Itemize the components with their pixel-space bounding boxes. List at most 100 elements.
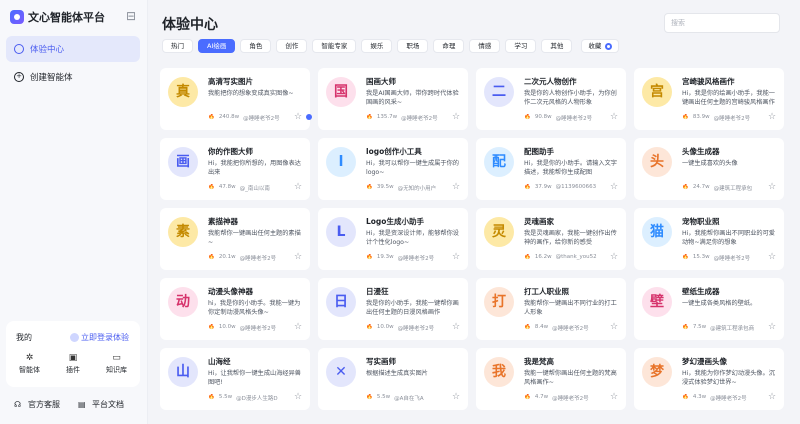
sidebar-item-experience-center[interactable]: 体验中心 (6, 36, 140, 62)
star-icon[interactable]: ☆ (768, 252, 776, 262)
agent-card[interactable]: 素素描神器 我能帮你一键画出任何主题的素描~ 🔥 20.1w @睡睡老爷2号 ☆ (160, 208, 310, 270)
platform-docs-link[interactable]: ▤ 平台文档 (78, 399, 124, 410)
star-icon[interactable]: ☆ (452, 322, 460, 332)
agent-author: @睡睡老爷2号 (552, 326, 589, 332)
filter-chip[interactable]: 智能专家 (312, 39, 357, 53)
agent-card[interactable]: 日 日漫狂 我是你的小助手，我能一键帮你画出任何主题的日漫风格画作 🔥 10.0w @睡睡… (318, 278, 468, 340)
agent-card[interactable]: 真高清写实图片 我能把你的想象变成真实图像~ 🔥 240.8w @睡睡老爷2号 ☆ (160, 68, 312, 130)
agent-card[interactable]: L Logo生成小助手 Hi，我是资深设计师，能够帮你设计个性化logo~ 🔥 19.3… (318, 208, 468, 270)
filter-chip[interactable]: 职场 (397, 39, 429, 53)
star-icon[interactable]: ☆ (294, 182, 302, 192)
agent-author: @建筑工程承包 (713, 186, 753, 192)
favorites-toggle[interactable]: 收藏 (581, 39, 620, 53)
fire-icon: 🔥 (366, 184, 373, 190)
agent-meta: 🔥 5.5w @A自在飞A (366, 394, 452, 402)
agent-card[interactable]: 动 动漫头像神器 hi，我是你的小助手。我能一键为你定制动漫风格头像~ 🔥 10.0w @… (160, 278, 310, 340)
star-icon[interactable]: ☆ (452, 392, 460, 402)
view-count: 8.4w (534, 324, 549, 330)
agent-meta: 🔥 240.8w @睡睡老爷2号 (208, 114, 294, 122)
filter-chip[interactable]: 其他 (541, 39, 573, 53)
sidebar-item-create-agent[interactable]: + 创建智能体 (6, 64, 140, 90)
star-icon[interactable]: ☆ (452, 112, 460, 122)
agent-meta: 🔥 4.3w @睡睡老爷2号 (682, 394, 768, 402)
agent-author: @睡睡老爷2号 (401, 116, 438, 122)
star-icon[interactable]: ☆ (610, 182, 618, 192)
agent-card[interactable]: 画你的作图大师 Hi，我能把你所想的，用图像表达出来 🔥 47.8w @_南山以南 ☆ (160, 138, 310, 200)
agent-description: Hi，我能为你作梦幻动漫头像。沉浸式体验梦幻世界~ (682, 370, 775, 386)
agent-meta: 🔥 20.1w @睡睡老爷2号 (208, 254, 294, 262)
tool-agents[interactable]: ✲ 智能体 (19, 353, 40, 375)
star-icon[interactable]: ☆ (768, 322, 776, 332)
agent-name: 灵魂画家 (524, 217, 554, 226)
agent-card[interactable]: 二 二次元人物创作 我是你的人物创作小助手，为你创作二次元风格的人物形象 🔥 90.8w… (476, 68, 626, 130)
star-icon[interactable]: ☆ (768, 182, 776, 192)
agent-card[interactable]: 壁壁纸生成器 一键生成各类风格的壁纸。 🔥 7.5w @建筑工程承包商 ☆ (634, 278, 784, 340)
agent-card[interactable]: 山山海经 Hi，让我帮你一键生成山海经异兽图吧! 🔥 5.5w @D漫步人生路D ☆ (160, 348, 310, 410)
agent-card[interactable]: 宫 宫崎骏风格画作 Hi，我是你的绘画小助手，我能一键画出任何主题的宫崎骏风格画作 🔥… (634, 68, 784, 130)
fire-icon: 🔥 (682, 324, 689, 330)
star-icon[interactable]: ☆ (768, 112, 776, 122)
agent-description: 一键生成各类风格的壁纸。 (682, 300, 757, 307)
filter-chip[interactable]: 角色 (240, 39, 272, 53)
filter-chip[interactable]: 命理 (433, 39, 465, 53)
agent-name: 壁纸生成器 (682, 287, 720, 296)
agent-author: @建筑工程承包商 (710, 326, 755, 332)
agent-name: 你的作图大师 (208, 147, 253, 156)
star-icon[interactable]: ☆ (294, 252, 302, 262)
brand-logo[interactable]: 文心智能体平台 (10, 9, 105, 25)
filter-chip[interactable]: 热门 (162, 39, 193, 53)
agent-card[interactable]: 头头像生成器 一键生成喜欢的头像 🔥 24.7w @建筑工程承包 ☆ (634, 138, 784, 200)
login-link[interactable]: 立即登录体验 (70, 332, 129, 343)
agent-description: 我能帮你一键画出任何主题的素描~ (208, 230, 301, 246)
agent-author: @睡睡老爷2号 (710, 396, 747, 402)
agent-name: 梦幻漫画头像 (682, 357, 727, 366)
agent-card[interactable]: l logo创作小工具 Hi，我可以帮你一键生成属于你的logo~ 🔥 39.5w @无知… (318, 138, 468, 200)
official-support-link[interactable]: ☊ 官方客服 (14, 399, 60, 410)
category-filters: 热门 AI绘画 角色 创作 智能专家 娱乐 职场 命理 情感 学习 其他 收藏 (162, 39, 620, 53)
agent-author: @睡睡老爷2号 (239, 326, 277, 332)
star-icon[interactable]: ☆ (610, 392, 618, 402)
filter-chip[interactable]: AI绘画 (198, 39, 236, 53)
agent-card[interactable]: 灵 灵魂画家 我是灵魂画家，我能一键创作出传神的画作，给你新的感受 🔥 16.2w @th… (476, 208, 626, 270)
star-icon[interactable]: ☆ (294, 322, 302, 332)
filter-chip[interactable]: 娱乐 (361, 39, 393, 53)
agent-description: Hi，我是资深设计师，能够帮你设计个性化logo~ (366, 230, 459, 246)
agent-meta: 🔥 83.9w @睡睡老爷2号 (682, 114, 768, 122)
agent-card[interactable]: 国 国画大师 我是AI国画大师，带你跨时代体验国画的风采~ 🔥 135.7w @睡睡老爷2… (318, 68, 468, 130)
collapse-sidebar-icon[interactable]: ⊟ (124, 9, 138, 23)
tool-plugins[interactable]: ▣ 插件 (66, 353, 80, 375)
fire-icon: 🔥 (366, 324, 373, 330)
star-icon[interactable]: ☆ (294, 112, 302, 122)
agent-card[interactable]: ✕ 写实画师 根据描述生成真实图片 🔥 5.5w @A自在飞A ☆ (318, 348, 468, 410)
star-icon[interactable]: ☆ (294, 392, 302, 402)
agent-card[interactable]: 我我是梵高 我能一键帮你画出任何主题的梵高风格画作~ 🔥 4.7w @睡睡老爷2号 ☆ (476, 348, 626, 410)
my-tools: ✲ 智能体 ▣ 插件 ▭ 知识库 (6, 353, 140, 375)
agent-author: @_南山以南 (239, 186, 270, 192)
agent-name: 高清写实图片 (208, 77, 253, 86)
agent-card[interactable]: 猫 宠物职业照 Hi，我能帮你画出不同职业的可爱动物~满足你的想象 🔥 15.3w @睡睡… (634, 208, 784, 270)
agent-avatar: 二 (484, 77, 514, 107)
star-icon[interactable]: ☆ (610, 112, 618, 122)
user-avatar-icon (70, 333, 79, 342)
view-count: 135.7w (376, 114, 398, 120)
star-icon[interactable]: ☆ (610, 252, 618, 262)
agent-name: 写实画师 (366, 357, 396, 366)
tool-knowledge[interactable]: ▭ 知识库 (106, 353, 127, 375)
agent-card[interactable]: 梦 梦幻漫画头像 Hi，我能为你作梦幻动漫头像。沉浸式体验梦幻世界~ 🔥 4.3w @睡睡… (634, 348, 784, 410)
star-icon[interactable]: ☆ (768, 392, 776, 402)
agent-description: 我能把你的想象变成真实图像~ (208, 90, 294, 97)
agent-description: 我是你的小助手，我能一键帮你画出任何主题的日漫风格画作 (366, 300, 459, 316)
star-icon[interactable]: ☆ (452, 182, 460, 192)
search-input[interactable] (664, 13, 780, 33)
star-icon[interactable]: ☆ (610, 322, 618, 332)
filter-chip[interactable]: 情感 (469, 39, 501, 53)
fire-icon: 🔥 (524, 114, 531, 120)
filter-chip[interactable]: 学习 (505, 39, 537, 53)
agent-description: 我是你的人物创作小助手，为你创作二次元风格的人物形象 (524, 90, 617, 106)
agent-meta: 🔥 15.3w @睡睡老爷2号 (682, 254, 768, 262)
agent-card[interactable]: 打打工人职业照 我能帮你一键画出不同行业的打工人形象 🔥 8.4w @睡睡老爷2号 ☆ (476, 278, 626, 340)
agent-card[interactable]: 配 配图助手 Hi，我是你的小助手。请输入文字描述，我能帮你生成配图 🔥 37.9w @1… (476, 138, 626, 200)
agent-author: @无知的小用户 (397, 186, 437, 192)
filter-chip[interactable]: 创作 (276, 39, 308, 53)
star-icon[interactable]: ☆ (452, 252, 460, 262)
